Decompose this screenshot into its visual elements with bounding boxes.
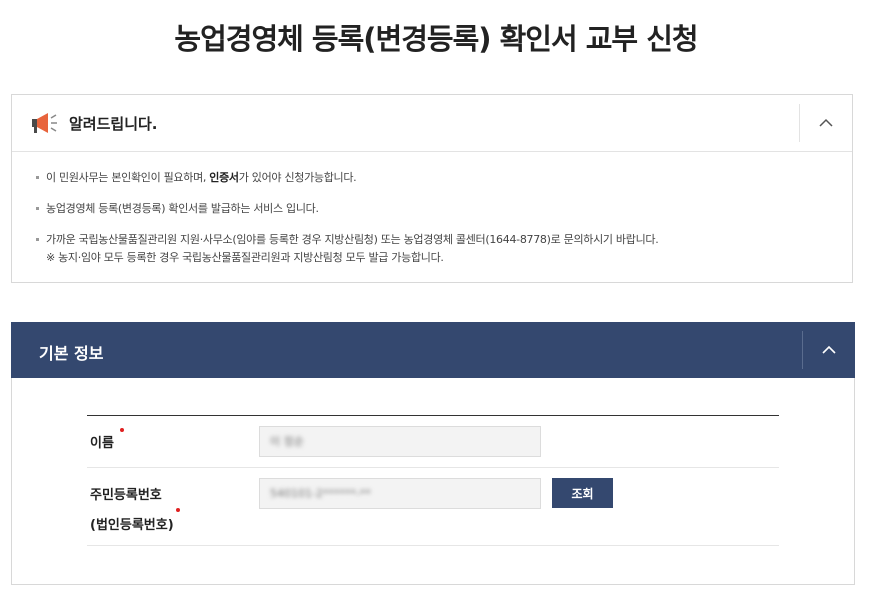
divider: [802, 331, 803, 369]
notice-bold-text: 인증서: [209, 171, 239, 184]
notice-text: 가 있어야 신청가능합니다.: [238, 171, 357, 184]
required-indicator: [176, 508, 180, 512]
notice-item-1: 이 민원사무는 본인확인이 필요하며, 인증서가 있어야 신청가능합니다.: [36, 169, 852, 187]
divider: [799, 104, 800, 142]
ssn-input[interactable]: 540101-2******-**: [259, 478, 541, 509]
search-button[interactable]: 조회: [552, 478, 613, 508]
basic-info-collapse-button[interactable]: [817, 340, 841, 360]
form-row-ssn: 주민등록번호 (법인등록번호) 540101-2******-** 조회: [87, 468, 779, 546]
name-value: 이 정순: [270, 435, 304, 448]
notice-collapse-button[interactable]: [814, 113, 838, 133]
notice-header: 알려드립니다.: [12, 95, 852, 152]
basic-info-panel: 기본 정보 이름 이 정순 주민등록번호 (법인등록번호) 540101-2**…: [11, 322, 855, 585]
notice-subtext: ※ 농지·임야 모두 등록한 경우 국립농산물품질관리원과 지방산림청 모두 발…: [46, 251, 444, 264]
notice-text: 가까운 국립농산물품질관리원 지원·사무소(임야를 등록한 경우 지방산림청) …: [46, 233, 659, 246]
basic-info-title: 기본 정보: [39, 344, 104, 363]
notice-item-2: 농업경영체 등록(변경등록) 확인서를 발급하는 서비스 입니다.: [36, 200, 852, 218]
megaphone-icon: [32, 113, 57, 133]
notice-panel: 알려드립니다. 이 민원사무는 본인확인이 필요하며, 인증서가 있어야 신청가…: [11, 94, 853, 283]
chevron-up-icon: [822, 345, 836, 354]
bullet-icon: [36, 238, 39, 241]
basic-info-header: 기본 정보: [11, 322, 855, 378]
name-input[interactable]: 이 정순: [259, 426, 541, 457]
notice-body: 이 민원사무는 본인확인이 필요하며, 인증서가 있어야 신청가능합니다. 농업…: [12, 152, 852, 267]
required-indicator: [120, 428, 124, 432]
notice-text: 이 민원사무는 본인확인이 필요하며,: [46, 171, 210, 184]
name-label: 이름: [90, 436, 114, 451]
ssn-value: 540101-2******-**: [270, 487, 371, 500]
chevron-up-icon: [819, 118, 833, 127]
form-row-name: 이름 이 정순: [87, 416, 779, 468]
page-title: 농업경영체 등록(변경등록) 확인서 교부 신청: [174, 22, 698, 56]
form-table: 이름 이 정순 주민등록번호 (법인등록번호) 540101-2******-*…: [87, 415, 779, 546]
corp-number-label: (법인등록번호): [90, 518, 174, 533]
notice-text: 농업경영체 등록(변경등록) 확인서를 발급하는 서비스 입니다.: [46, 202, 319, 215]
bullet-icon: [36, 207, 39, 210]
notice-title: 알려드립니다.: [69, 115, 158, 133]
notice-item-3: 가까운 국립농산물품질관리원 지원·사무소(임야를 등록한 경우 지방산림청) …: [36, 231, 852, 267]
ssn-label: 주민등록번호: [90, 488, 162, 503]
bullet-icon: [36, 176, 39, 179]
